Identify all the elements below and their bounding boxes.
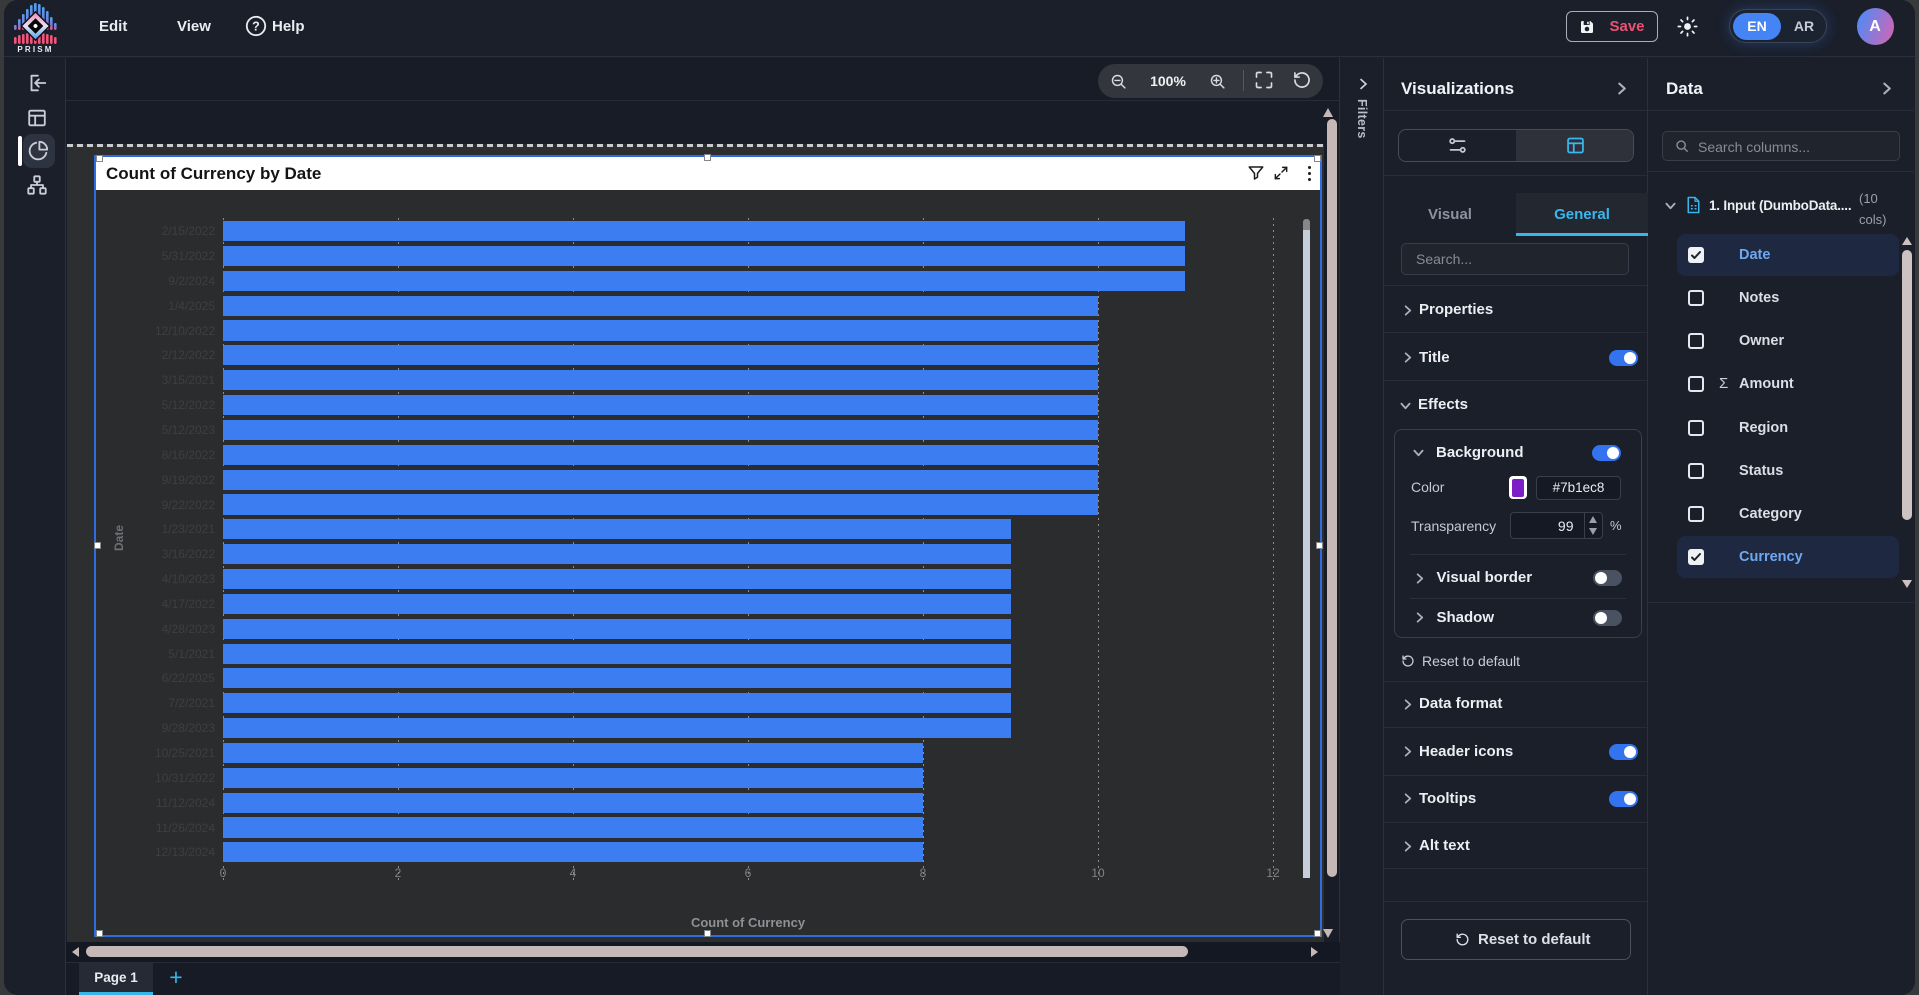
svg-text:PRISM: PRISM	[17, 45, 53, 54]
svg-text:?: ?	[252, 19, 260, 33]
